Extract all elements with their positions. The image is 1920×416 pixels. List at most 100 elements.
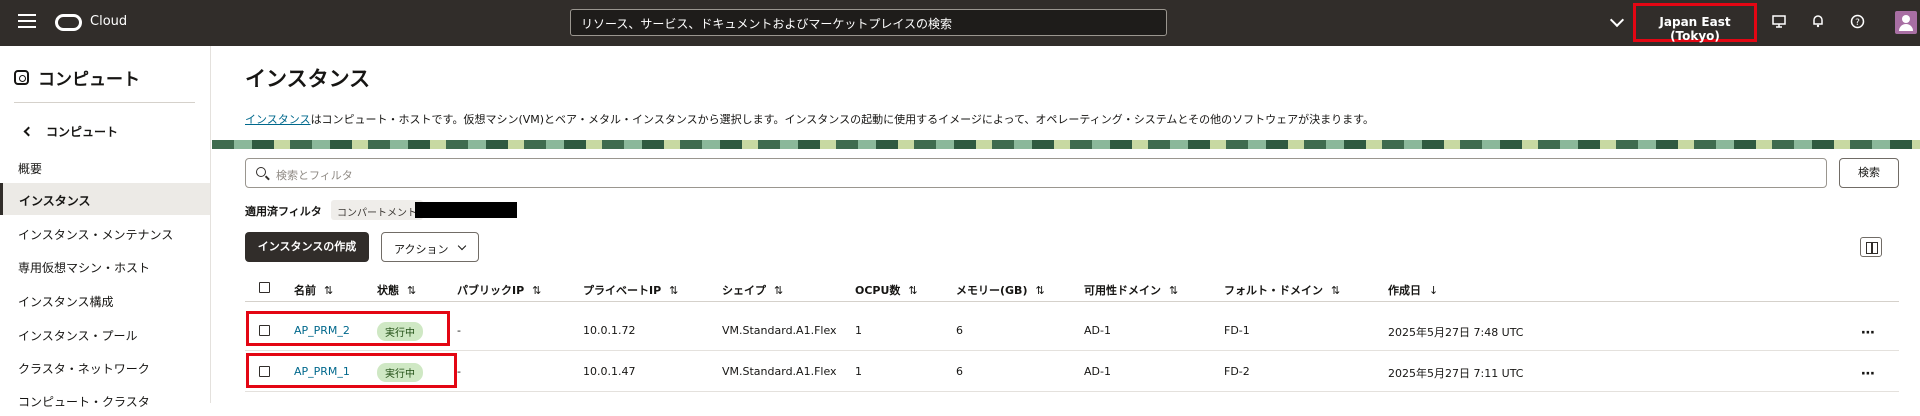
availability-domain-cell: AD-1 xyxy=(1084,365,1111,378)
instances-doc-link[interactable]: インスタンス xyxy=(245,113,311,126)
fault-domain-cell: FD-1 xyxy=(1224,324,1250,337)
column-label: パブリックIP xyxy=(457,284,525,297)
more-icon[interactable]: ⋯ xyxy=(1861,325,1876,341)
ocpu-cell: 1 xyxy=(855,324,862,337)
description-text: はコンピュート・ホストです。仮想マシン(VM)とベア・メタル・インスタンスから選… xyxy=(310,113,1375,126)
column-header-ocpu[interactable]: OCPU数 ⇅ xyxy=(855,282,918,298)
column-label: 作成日 xyxy=(1388,284,1421,297)
column-header-name[interactable]: 名前 ⇅ xyxy=(294,282,333,298)
page-title: インスタンス xyxy=(245,67,371,91)
top-navigation-bar: Cloud リソース、サービス、ドキュメントおよびマーケットプレイスの検索 Ja… xyxy=(0,0,1920,46)
created-cell: 2025年5月27日 7:48 UTC xyxy=(1388,326,1524,339)
column-label: メモリー(GB) xyxy=(956,284,1028,297)
column-header-shape[interactable]: シェイプ ⇅ xyxy=(722,282,783,298)
compute-icon xyxy=(14,70,29,85)
column-label: 名前 xyxy=(294,284,316,297)
column-header-state[interactable]: 状態 ⇅ xyxy=(377,282,416,298)
highlight-box xyxy=(246,311,450,346)
sidebar-back-label: コンピュート xyxy=(46,125,119,139)
monitor-icon[interactable] xyxy=(1771,14,1787,30)
shape-cell: VM.Standard.A1.Flex xyxy=(722,324,837,337)
main-content: インスタンス インスタンスはコンピュート・ホストです。仮想マシン(VM)とベア・… xyxy=(212,46,1920,403)
sidebar-item-instances[interactable]: インスタンス xyxy=(0,183,210,215)
sidebar-title: コンピュート xyxy=(14,65,140,90)
actions-dropdown-button[interactable]: アクション xyxy=(381,232,479,262)
chevron-down-icon xyxy=(457,241,467,251)
page-description: インスタンスはコンピュート・ホストです。仮想マシン(VM)とベア・メタル・インス… xyxy=(245,111,1374,127)
sort-icon[interactable]: ⇅ xyxy=(669,284,678,297)
memory-cell: 6 xyxy=(956,365,963,378)
global-search-input[interactable]: リソース、サービス、ドキュメントおよびマーケットプレイスの検索 xyxy=(570,9,1167,36)
select-all-checkbox[interactable] xyxy=(259,282,270,293)
column-label: OCPU数 xyxy=(855,284,901,297)
oracle-logo-icon[interactable] xyxy=(55,14,82,31)
column-header-private-ip[interactable]: プライベートIP ⇅ xyxy=(583,282,678,298)
brand-label[interactable]: Cloud xyxy=(90,14,127,29)
sidebar-item-instance-pools[interactable]: インスタンス・プール xyxy=(0,318,210,350)
menu-icon[interactable] xyxy=(18,14,36,30)
table-row: AP_PRM_2 実行中 - 10.0.1.72 VM.Standard.A1.… xyxy=(245,311,1899,351)
sidebar: コンピュート コンピュート 概要 インスタンス インスタンス・メンテナンス 専用… xyxy=(0,46,211,409)
public-ip-cell: - xyxy=(457,365,461,378)
chevron-left-icon xyxy=(23,126,34,137)
sidebar-item-cluster-networks[interactable]: クラスタ・ネットワーク xyxy=(0,351,210,383)
redacted-compartment-name xyxy=(415,202,517,218)
column-header-public-ip[interactable]: パブリックIP ⇅ xyxy=(457,282,541,298)
search-icon xyxy=(256,167,266,177)
divider xyxy=(14,102,195,103)
more-icon[interactable]: ⋯ xyxy=(1861,366,1876,382)
decorative-banner xyxy=(212,140,1920,149)
filter-placeholder: 検索とフィルタ xyxy=(276,169,353,182)
table-row: AP_PRM_1 実行中 - 10.0.1.47 VM.Standard.A1.… xyxy=(245,352,1899,392)
search-filter-input[interactable]: 検索とフィルタ xyxy=(245,158,1827,188)
column-label: 可用性ドメイン xyxy=(1084,284,1161,297)
create-instance-button[interactable]: インスタンスの作成 xyxy=(245,232,369,262)
created-cell: 2025年5月27日 7:11 UTC xyxy=(1388,367,1524,380)
actions-label: アクション xyxy=(394,243,449,256)
sort-icon[interactable]: ⇅ xyxy=(1169,284,1178,297)
sort-icon[interactable]: ⇅ xyxy=(908,284,917,297)
sort-icon[interactable]: ⇅ xyxy=(774,284,783,297)
search-button[interactable]: 検索 xyxy=(1839,158,1899,188)
panel-icon[interactable] xyxy=(1860,237,1882,257)
column-header-memory[interactable]: メモリー(GB) ⇅ xyxy=(956,282,1045,298)
column-label: 状態 xyxy=(377,284,399,297)
sort-icon[interactable]: ⇅ xyxy=(532,284,541,297)
sidebar-back-link[interactable]: コンピュート xyxy=(23,123,119,140)
applied-filters-label: 適用済フィルタ xyxy=(245,205,322,218)
column-header-availability-domain[interactable]: 可用性ドメイン ⇅ xyxy=(1084,282,1178,298)
private-ip-cell: 10.0.1.47 xyxy=(583,365,636,378)
ocpu-cell: 1 xyxy=(855,365,862,378)
sort-icon[interactable]: ⇅ xyxy=(407,284,416,297)
sidebar-title-label: コンピュート xyxy=(38,70,140,90)
compartment-filter-chip[interactable]: コンパートメント xyxy=(331,200,423,220)
sidebar-item-instance-maintenance[interactable]: インスタンス・メンテナンス xyxy=(0,217,210,249)
sort-icon[interactable]: ⇅ xyxy=(1331,284,1340,297)
fault-domain-cell: FD-2 xyxy=(1224,365,1250,378)
sort-icon[interactable]: ⇅ xyxy=(324,284,333,297)
shape-cell: VM.Standard.A1.Flex xyxy=(722,365,837,378)
region-selector[interactable]: Japan East (Tokyo) xyxy=(1633,3,1757,43)
svg-text:?: ? xyxy=(1855,18,1860,28)
column-label: フォルト・ドメイン xyxy=(1224,284,1323,297)
sidebar-item-compute-clusters[interactable]: コンピュート・クラスタ xyxy=(0,384,210,416)
sort-icon[interactable]: ⇅ xyxy=(1035,284,1044,297)
column-header-fault-domain[interactable]: フォルト・ドメイン ⇅ xyxy=(1224,282,1340,298)
avatar-icon[interactable] xyxy=(1895,11,1917,34)
sort-icon[interactable]: ↓ xyxy=(1429,284,1438,297)
sidebar-item-overview[interactable]: 概要 xyxy=(0,151,210,183)
sidebar-item-dedicated-vm-hosts[interactable]: 専用仮想マシン・ホスト xyxy=(0,250,210,282)
compartment-chip-label: コンパートメント xyxy=(337,208,417,219)
memory-cell: 6 xyxy=(956,324,963,337)
chevron-down-icon[interactable] xyxy=(1609,12,1625,28)
column-header-created[interactable]: 作成日 ↓ xyxy=(1388,282,1438,298)
highlight-box xyxy=(246,353,457,388)
help-icon[interactable]: ? xyxy=(1849,14,1865,30)
availability-domain-cell: AD-1 xyxy=(1084,324,1111,337)
sidebar-item-instance-configurations[interactable]: インスタンス構成 xyxy=(0,284,210,316)
bell-icon[interactable] xyxy=(1810,14,1826,30)
private-ip-cell: 10.0.1.72 xyxy=(583,324,636,337)
column-label: シェイプ xyxy=(722,284,766,297)
column-label: プライベートIP xyxy=(583,284,662,297)
public-ip-cell: - xyxy=(457,324,461,337)
